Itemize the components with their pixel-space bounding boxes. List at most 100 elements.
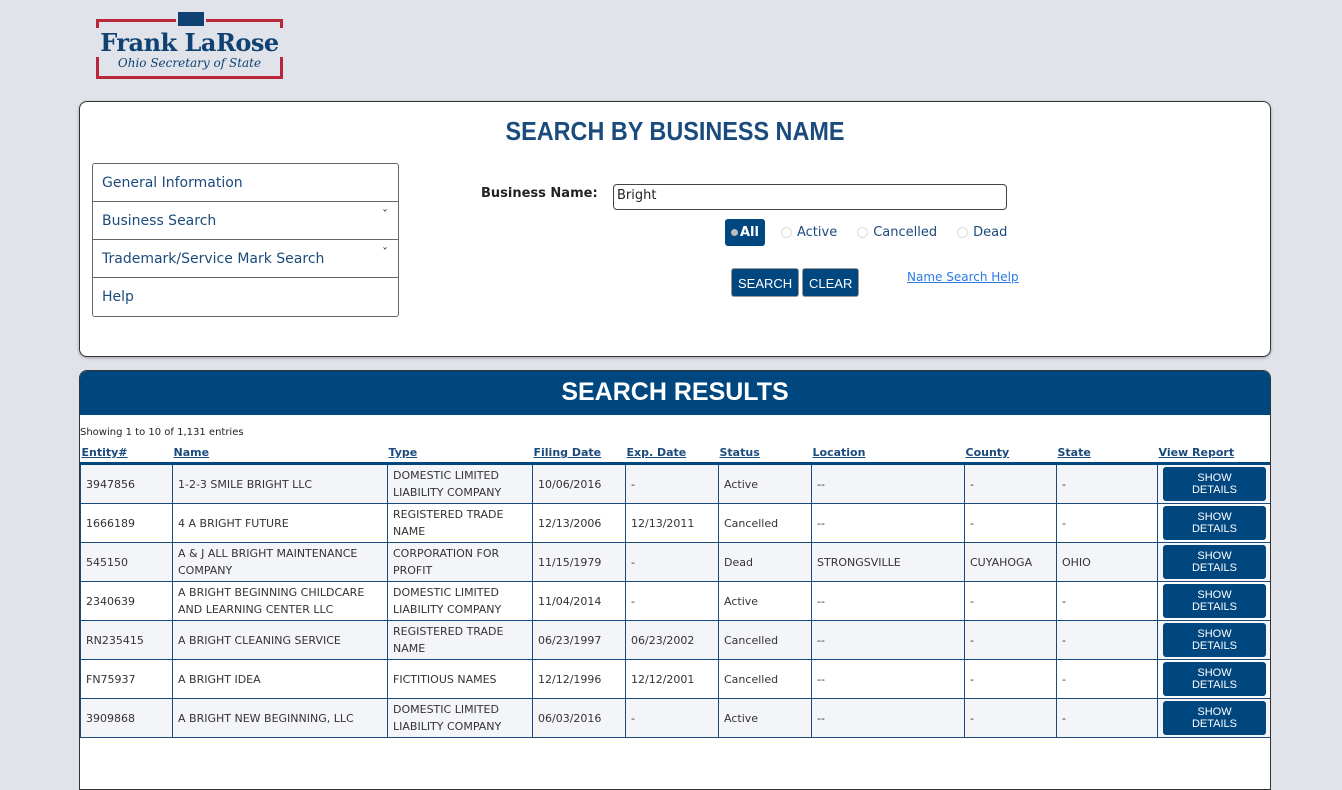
radio-dead[interactable]: Dead — [957, 225, 1007, 240]
table-cell: - — [625, 581, 719, 621]
business-name-input[interactable]: Bright — [613, 184, 1007, 210]
column-header[interactable]: Exp. Date — [625, 443, 719, 465]
column-header[interactable]: Filing Date — [532, 443, 626, 465]
radio-icon — [731, 229, 738, 236]
table-cell: Active — [718, 463, 812, 504]
table-row: RN235415 A BRIGHT CLEANING SERVICE REGISTE… — [80, 620, 1270, 660]
logo-name: Frank LaRose — [96, 28, 283, 57]
radio-label: All — [740, 225, 759, 240]
show-details-button[interactable]: SHOW DETAILS — [1163, 467, 1266, 501]
table-cell: -- — [811, 698, 965, 738]
column-header[interactable]: View Report — [1157, 443, 1270, 465]
menu-item-label: Business Search — [102, 213, 217, 229]
table-cell: FN75937 — [80, 659, 173, 699]
column-header[interactable]: Entity# — [80, 443, 173, 465]
show-details-button[interactable]: SHOW DETAILS — [1163, 662, 1266, 696]
search-panel: SEARCH BY BUSINESS NAME General Informat… — [79, 101, 1271, 357]
menu-item[interactable]: Business Search ˇ — [93, 202, 398, 240]
table-cell: 3909868 — [80, 698, 173, 738]
radio-label: Active — [796, 225, 838, 240]
column-header[interactable]: Location — [811, 443, 965, 465]
table-row: 3947856 1-2-3 SMILE BRIGHT LLC DOMESTIC LI… — [80, 463, 1270, 504]
show-details-button[interactable]: SHOW DETAILS — [1163, 623, 1266, 657]
table-cell: 545150 — [80, 542, 173, 582]
table-cell: - — [1056, 620, 1158, 660]
search-button[interactable]: SEARCH — [731, 268, 800, 297]
table-cell: 2340639 — [80, 581, 173, 621]
table-cell: 12/12/1996 — [532, 659, 626, 699]
column-header[interactable]: Name — [172, 443, 388, 465]
column-header[interactable]: Type — [387, 443, 533, 465]
table-cell: 1-2-3 SMILE BRIGHT LLC — [172, 463, 388, 504]
view-report-cell: SHOW DETAILS — [1157, 581, 1270, 621]
table-cell: Dead — [718, 542, 812, 582]
results-panel: SEARCH RESULTS Showing 1 to 10 of 1,131 … — [79, 370, 1271, 790]
table-cell: - — [1056, 463, 1158, 504]
table-cell: - — [964, 659, 1057, 699]
chevron-down-icon[interactable]: ˇ — [382, 246, 388, 260]
table-row: 545150 A & J ALL BRIGHT MAINTENANCE COMPA… — [80, 542, 1270, 582]
view-report-cell: SHOW DETAILS — [1157, 620, 1270, 660]
table-row: 2340639 A BRIGHT BEGINNING CHILDCARE AND … — [80, 581, 1270, 621]
table-cell: 12/13/2006 — [532, 503, 626, 543]
table-cell: - — [625, 463, 719, 504]
radio-cancelled[interactable]: Cancelled — [857, 225, 937, 240]
table-cell: - — [1056, 659, 1158, 699]
table-cell: REGISTERED TRADE NAME — [387, 503, 533, 543]
radio-label: Dead — [973, 225, 1008, 240]
table-cell: DOMESTIC LIMITED LIABILITY COMPANY — [387, 581, 533, 621]
show-details-button[interactable]: SHOW DETAILS — [1163, 701, 1266, 735]
radio-all[interactable]: All — [725, 219, 765, 246]
table-cell: - — [1056, 503, 1158, 543]
table-cell: FICTITIOUS NAMES — [387, 659, 533, 699]
column-header[interactable]: Status — [718, 443, 812, 465]
table-cell: 11/04/2014 — [532, 581, 626, 621]
table-cell: Active — [718, 698, 812, 738]
table-cell: Cancelled — [718, 503, 812, 543]
view-report-cell: SHOW DETAILS — [1157, 698, 1270, 738]
show-details-button[interactable]: SHOW DETAILS — [1163, 506, 1266, 540]
table-cell: A BRIGHT NEW BEGINNING, LLC — [172, 698, 388, 738]
table-cell: 10/06/2016 — [532, 463, 626, 504]
menu-item[interactable]: Help — [93, 278, 398, 316]
table-cell: -- — [811, 620, 965, 660]
name-search-help-link[interactable]: Name Search Help — [907, 270, 1019, 284]
radio-icon — [857, 227, 869, 238]
show-details-button[interactable]: SHOW DETAILS — [1163, 545, 1266, 579]
clear-button[interactable]: CLEAR — [802, 268, 860, 297]
logo-subtitle: Ohio Secretary of State — [117, 56, 262, 70]
table-cell: REGISTERED TRADE NAME — [387, 620, 533, 660]
view-report-cell: SHOW DETAILS — [1157, 542, 1270, 582]
table-cell: Active — [718, 581, 812, 621]
menu-item[interactable]: Trademark/Service Mark Search ˇ — [93, 240, 398, 278]
view-report-cell: SHOW DETAILS — [1157, 503, 1270, 543]
column-header[interactable]: County — [964, 443, 1057, 465]
menu-item-label: General Information — [102, 175, 243, 191]
table-cell: CUYAHOGA — [964, 542, 1057, 582]
table-cell: - — [625, 542, 719, 582]
table-cell: Cancelled — [718, 659, 812, 699]
view-report-cell: SHOW DETAILS — [1157, 463, 1270, 504]
chevron-down-icon[interactable]: ˇ — [382, 208, 388, 222]
logo[interactable]: Frank LaRose Ohio Secretary of State — [96, 10, 283, 80]
radio-label: Cancelled — [873, 225, 938, 240]
table-row: FN75937 A BRIGHT IDEA FICTITIOUS NAMES 12/1… — [80, 659, 1270, 699]
table-cell: -- — [811, 463, 965, 504]
menu-item[interactable]: General Information — [93, 164, 398, 202]
table-cell: Cancelled — [718, 620, 812, 660]
radio-icon — [957, 227, 969, 238]
radio-active[interactable]: Active — [780, 225, 838, 240]
table-cell: - — [964, 503, 1057, 543]
table-cell: A BRIGHT BEGINNING CHILDCARE AND LEARNIN… — [172, 581, 388, 621]
show-details-button[interactable]: SHOW DETAILS — [1163, 584, 1266, 618]
results-table: Entity# Name Type Filing Date Exp. Date Statu… — [80, 443, 1270, 738]
table-cell: - — [964, 581, 1057, 621]
table-cell: - — [625, 698, 719, 738]
table-cell: OHIO — [1056, 542, 1158, 582]
table-cell: -- — [811, 659, 965, 699]
table-cell: A & J ALL BRIGHT MAINTENANCE COMPANY — [172, 542, 388, 582]
ohio-flag-icon — [176, 10, 206, 28]
table-cell: A BRIGHT IDEA — [172, 659, 388, 699]
column-header[interactable]: State — [1056, 443, 1158, 465]
table-cell: RN235415 — [80, 620, 173, 660]
